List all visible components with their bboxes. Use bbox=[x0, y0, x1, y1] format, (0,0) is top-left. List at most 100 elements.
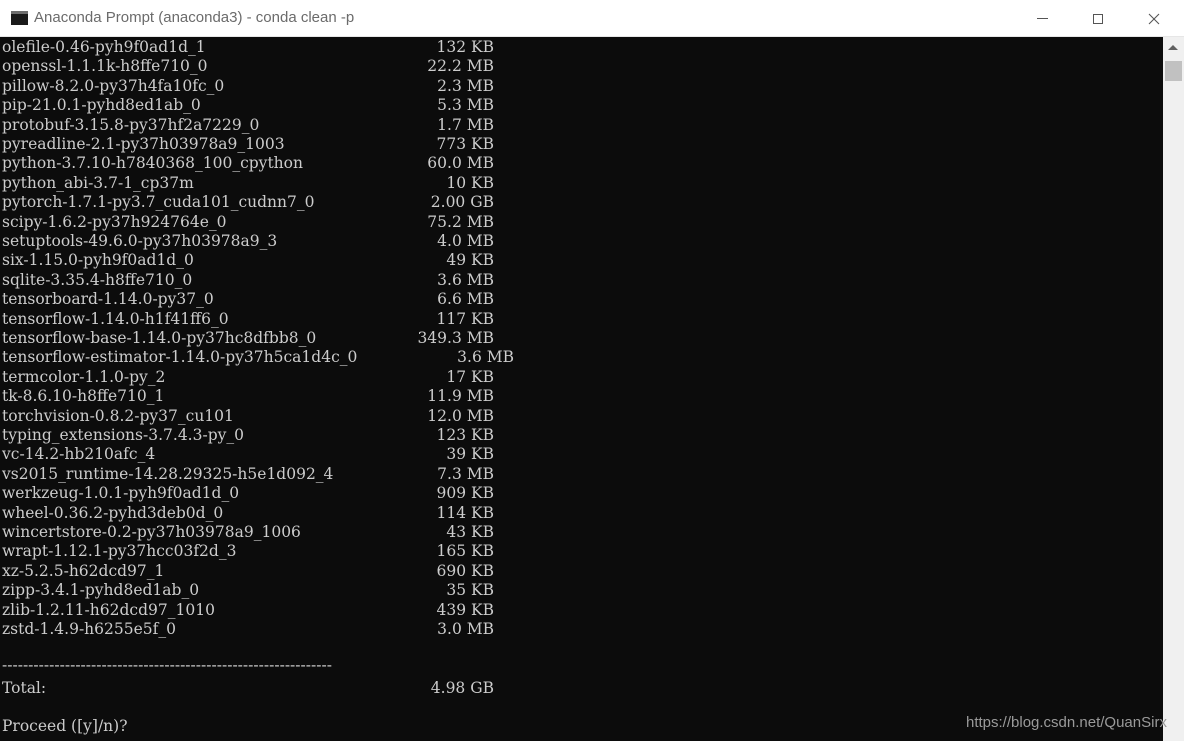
package-row: wincertstore-0.2-py37h03978a9_1006 43 KB bbox=[2, 523, 494, 542]
package-row: scipy-1.6.2-py37h924764e_0 75.2 MB bbox=[2, 213, 494, 232]
package-name: six-1.15.0-pyh9f0ad1d_0 bbox=[2, 251, 194, 270]
separator-line: ----------------------------------------… bbox=[2, 655, 332, 674]
package-row: protobuf-3.15.8-py37hf2a7229_0 1.7 MB bbox=[2, 116, 494, 135]
package-name: pip-21.0.1-pyhd8ed1ab_0 bbox=[2, 96, 201, 115]
package-row: torchvision-0.8.2-py37_cu101 12.0 MB bbox=[2, 407, 494, 426]
package-size: 10 KB bbox=[446, 173, 494, 192]
package-name: zipp-3.4.1-pyhd8ed1ab_0 bbox=[2, 581, 200, 600]
package-size: 17 KB bbox=[446, 367, 494, 386]
package-row: setuptools-49.6.0-py37h03978a9_3 4.0 MB bbox=[2, 232, 494, 251]
package-row: zipp-3.4.1-pyhd8ed1ab_0 35 KB bbox=[2, 581, 494, 600]
package-name: vs2015_runtime-14.28.29325-h5e1d092_4 bbox=[2, 464, 334, 483]
scrollbar-thumb[interactable] bbox=[1165, 61, 1182, 81]
package-name: tk-8.6.10-h8ffe710_1 bbox=[2, 387, 165, 406]
package-size: 2.00 GB bbox=[430, 193, 494, 212]
package-row: pip-21.0.1-pyhd8ed1ab_0 5.3 MB bbox=[2, 96, 494, 115]
package-name: torchvision-0.8.2-py37_cu101 bbox=[2, 406, 234, 425]
vertical-scrollbar[interactable] bbox=[1163, 37, 1184, 741]
package-size: 123 KB bbox=[436, 426, 494, 444]
maximize-icon bbox=[1093, 13, 1103, 24]
package-size: 4.0 MB bbox=[437, 232, 494, 250]
package-name: tensorflow-1.14.0-h1f41ff6_0 bbox=[2, 309, 229, 328]
package-size: 909 KB bbox=[436, 484, 494, 503]
total-label: Total: bbox=[2, 679, 47, 698]
package-size: 132 KB bbox=[436, 38, 494, 56]
package-name: openssl-1.1.1k-h8ffe710_0 bbox=[2, 57, 208, 76]
package-size: 35 KB bbox=[446, 581, 494, 600]
package-name: pytorch-1.7.1-py3.7_cuda101_cudnn7_0 bbox=[2, 193, 315, 212]
package-name: zlib-1.2.11-h62dcd97_1010 bbox=[2, 600, 215, 619]
package-row: six-1.15.0-pyh9f0ad1d_0 49 KB bbox=[2, 251, 494, 270]
package-name: tensorflow-estimator-1.14.0-py37h5ca1d4c… bbox=[2, 348, 358, 367]
package-name: setuptools-49.6.0-py37h03978a9_3 bbox=[2, 232, 278, 250]
package-name: termcolor-1.1.0-py_2 bbox=[2, 367, 166, 386]
package-name: tensorboard-1.14.0-py37_0 bbox=[2, 290, 214, 309]
package-row: olefile-0.46-pyh9f0ad1d_1 132 KB bbox=[2, 38, 494, 57]
package-row: typing_extensions-3.7.4.3-py_0 123 KB bbox=[2, 426, 494, 445]
package-name: pyreadline-2.1-py37h03978a9_1003 bbox=[2, 135, 285, 153]
package-size: 1.7 MB bbox=[437, 115, 494, 134]
minimize-icon bbox=[1036, 18, 1048, 19]
package-row: pytorch-1.7.1-py3.7_cuda101_cudnn7_0 2.00… bbox=[2, 193, 494, 212]
package-size: 75.2 MB bbox=[427, 212, 494, 231]
chevron-up-icon[interactable] bbox=[1168, 45, 1178, 50]
package-size: 3.0 MB bbox=[437, 620, 494, 638]
package-name: python_abi-3.7-1_cp37m bbox=[2, 173, 194, 192]
package-size: 439 KB bbox=[436, 600, 494, 619]
total-line: Total: 4.98 GB bbox=[2, 679, 494, 698]
package-size: 3.6 MB bbox=[437, 270, 494, 289]
package-row: wrapt-1.12.1-py37hcc03f2d_3 165 KB bbox=[2, 542, 494, 561]
package-size: 2.3 MB bbox=[437, 76, 494, 95]
package-row: tensorflow-estimator-1.14.0-py37h5ca1d4c… bbox=[2, 348, 514, 367]
package-name: wrapt-1.12.1-py37hcc03f2d_3 bbox=[2, 542, 237, 561]
package-size: 7.3 MB bbox=[437, 464, 494, 483]
close-button[interactable] bbox=[1126, 0, 1182, 37]
package-row: zlib-1.2.11-h62dcd97_1010 439 KB bbox=[2, 601, 494, 620]
package-size: 690 KB bbox=[436, 561, 494, 580]
close-icon bbox=[1148, 13, 1160, 24]
console-output[interactable]: olefile-0.46-pyh9f0ad1d_1 132 KB openssl-1… bbox=[0, 37, 1163, 741]
package-row: tk-8.6.10-h8ffe710_1 11.9 MB bbox=[2, 387, 494, 406]
package-name: sqlite-3.35.4-h8ffe710_0 bbox=[2, 270, 193, 289]
console-icon bbox=[11, 11, 28, 25]
package-row: pillow-8.2.0-py37h4fa10fc_0 2.3 MB bbox=[2, 77, 494, 96]
package-row: werkzeug-1.0.1-pyh9f0ad1d_0 909 KB bbox=[2, 484, 494, 503]
console-window: Anaconda Prompt (anaconda3) - conda clea… bbox=[0, 0, 1184, 741]
package-name: olefile-0.46-pyh9f0ad1d_1 bbox=[2, 38, 206, 56]
package-row: python_abi-3.7-1_cp37m 10 KB bbox=[2, 174, 494, 193]
maximize-button[interactable] bbox=[1070, 0, 1126, 37]
package-row: python-3.7.10-h7840368_100_cpython 60.0 M… bbox=[2, 154, 494, 173]
package-name: protobuf-3.15.8-py37hf2a7229_0 bbox=[2, 115, 260, 134]
package-row: sqlite-3.35.4-h8ffe710_0 3.6 MB bbox=[2, 271, 494, 290]
package-row: xz-5.2.5-h62dcd97_1 690 KB bbox=[2, 562, 494, 581]
package-row: vc-14.2-hb210afc_4 39 KB bbox=[2, 445, 494, 464]
package-row: openssl-1.1.1k-h8ffe710_0 22.2 MB bbox=[2, 57, 494, 76]
package-size: 39 KB bbox=[446, 445, 494, 464]
package-size: 117 KB bbox=[436, 309, 494, 328]
package-size: 22.2 MB bbox=[427, 57, 494, 76]
package-row: pyreadline-2.1-py37h03978a9_1003 773 KB bbox=[2, 135, 494, 154]
package-name: wheel-0.36.2-pyhd3deb0d_0 bbox=[2, 503, 224, 522]
minimize-button[interactable] bbox=[1014, 0, 1070, 37]
package-size: 349.3 MB bbox=[417, 329, 494, 347]
package-size: 49 KB bbox=[446, 251, 494, 270]
package-size: 12.0 MB bbox=[427, 406, 494, 425]
package-size: 165 KB bbox=[436, 542, 494, 561]
title-bar[interactable]: Anaconda Prompt (anaconda3) - conda clea… bbox=[0, 0, 1184, 37]
package-size: 43 KB bbox=[446, 523, 494, 541]
package-name: vc-14.2-hb210afc_4 bbox=[2, 445, 156, 464]
package-size: 6.6 MB bbox=[437, 290, 494, 309]
package-size: 60.0 MB bbox=[427, 154, 494, 173]
package-size: 773 KB bbox=[436, 135, 494, 153]
package-name: typing_extensions-3.7.4.3-py_0 bbox=[2, 426, 244, 444]
proceed-prompt[interactable]: Proceed ([y]/n)? bbox=[2, 717, 128, 736]
package-name: xz-5.2.5-h62dcd97_1 bbox=[2, 561, 165, 580]
package-row: tensorboard-1.14.0-py37_0 6.6 MB bbox=[2, 290, 494, 309]
package-size: 5.3 MB bbox=[437, 96, 494, 115]
package-row: termcolor-1.1.0-py_2 17 KB bbox=[2, 368, 494, 387]
package-row: vs2015_runtime-14.28.29325-h5e1d092_4 7.3… bbox=[2, 465, 494, 484]
total-size: 4.98 GB bbox=[430, 679, 494, 698]
package-row: zstd-1.4.9-h6255e5f_0 3.0 MB bbox=[2, 620, 494, 639]
package-name: werkzeug-1.0.1-pyh9f0ad1d_0 bbox=[2, 484, 240, 503]
package-row: tensorflow-1.14.0-h1f41ff6_0 117 KB bbox=[2, 310, 494, 329]
